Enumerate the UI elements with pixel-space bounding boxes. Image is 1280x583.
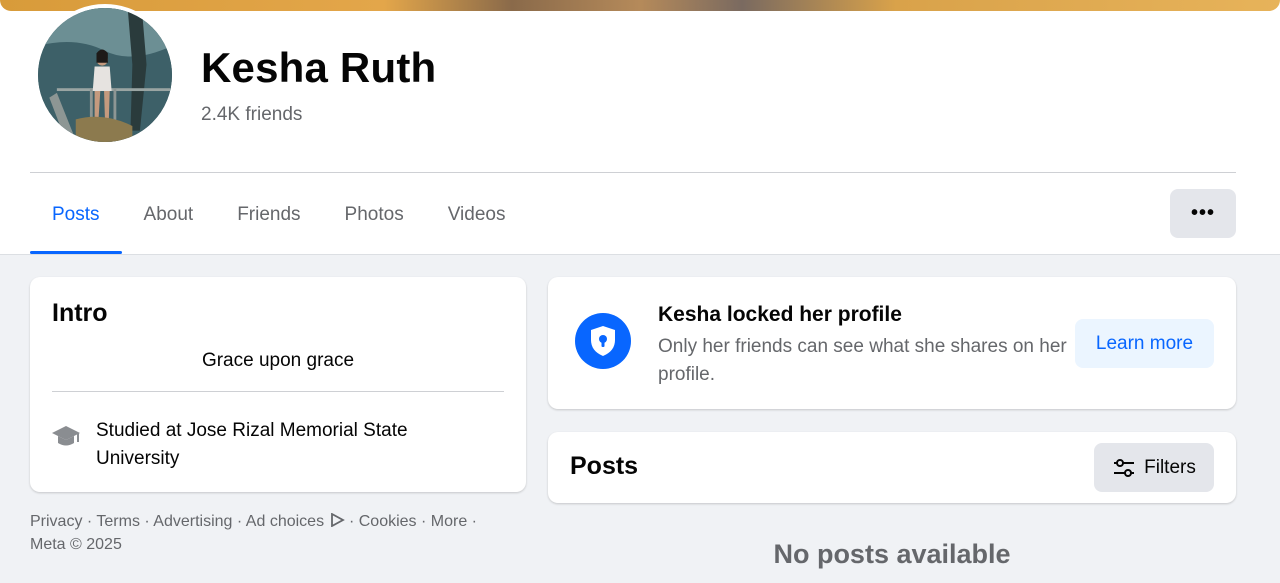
footer-copyright: Meta © 2025 [30, 536, 122, 553]
sliders-icon [1114, 458, 1135, 477]
tab-about[interactable]: About [122, 176, 216, 254]
footer-link-cookies[interactable]: Cookies [359, 513, 417, 530]
filters-button[interactable]: Filters [1094, 443, 1214, 492]
tab-posts[interactable]: Posts [30, 176, 122, 254]
intro-bio: Grace upon grace [201, 350, 355, 371]
profile-tabs: Posts About Friends Photos Videos [30, 176, 527, 254]
tab-label: Posts [52, 204, 100, 225]
footer-separator: · [232, 513, 246, 530]
footer-separator: · [139, 513, 154, 530]
more-options-button[interactable]: ••• [1170, 189, 1236, 238]
avatar-photo [38, 8, 172, 142]
shield-lock-icon [575, 313, 631, 369]
profile-avatar[interactable] [34, 4, 176, 146]
locked-title: Kesha locked her profile [658, 303, 902, 326]
footer-link-privacy[interactable]: Privacy [30, 513, 82, 530]
cover-photo[interactable] [0, 0, 1280, 11]
friends-count[interactable]: 2.4K friends [201, 104, 302, 126]
tab-label: About [143, 204, 194, 225]
footer-separator: · [467, 513, 477, 530]
locked-profile-card: Kesha locked her profile Only her friend… [548, 277, 1236, 409]
more-horizontal-icon: ••• [1190, 202, 1215, 224]
tab-label: Photos [344, 204, 404, 225]
graduation-cap-icon [52, 426, 80, 446]
locked-description: Only her friends can see what she shares… [658, 336, 1067, 385]
tab-videos[interactable]: Videos [426, 176, 528, 254]
footer-link-terms[interactable]: Terms [96, 513, 140, 530]
ad-choices-icon [330, 512, 345, 528]
posts-header-card: Posts Filters [548, 432, 1236, 503]
tab-label: Friends [237, 204, 301, 225]
tab-photos[interactable]: Photos [323, 176, 426, 254]
tab-label: Videos [447, 204, 506, 225]
posts-title: Posts [570, 452, 639, 480]
filters-label: Filters [1144, 456, 1196, 478]
learn-more-button[interactable]: Learn more [1075, 319, 1214, 368]
intro-card: Intro Grace upon grace Studied at Jose R… [30, 277, 526, 492]
empty-posts-message: No posts available [773, 539, 1011, 569]
header-divider [30, 172, 1236, 173]
footer-link-more[interactable]: More [431, 513, 467, 530]
intro-title: Intro [52, 299, 108, 327]
profile-name: Kesha Ruth [201, 44, 437, 91]
intro-divider [52, 391, 504, 392]
education-info: Studied at Jose Rizal Memorial State Uni… [96, 420, 408, 469]
footer-separator: · [416, 513, 431, 530]
footer-link-ad-choices[interactable]: Ad choices [246, 513, 324, 530]
footer-links: Privacy · Terms · Advertising · Ad choic… [30, 510, 530, 556]
footer-separator: · [82, 513, 97, 530]
tab-friends[interactable]: Friends [215, 176, 322, 254]
footer-link-advertising[interactable]: Advertising [153, 513, 232, 530]
footer-separator: · [344, 513, 359, 530]
